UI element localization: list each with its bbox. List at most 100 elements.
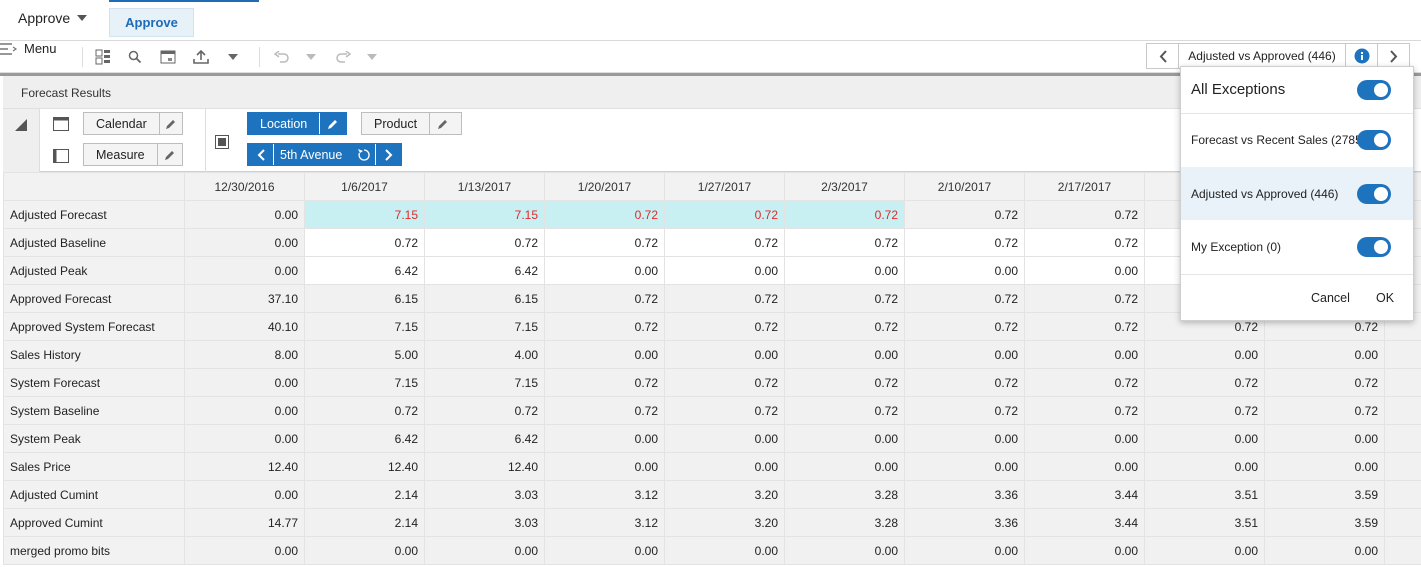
panel-title: Forecast Results [21,86,112,100]
grid-cell: 0.00 [184,368,305,397]
table-row: System Forecast 0.00 7.15 7.15 0.72 0.72 0.72 0… [3,368,1421,397]
grid-cell[interactable]: 0.00 [184,200,305,229]
grid-cell[interactable]: 0.00 [784,256,905,285]
grid-cell[interactable]: 7.15 [304,200,425,229]
search-button[interactable] [128,48,142,66]
exception-row[interactable]: Forecast vs Recent Sales (2785) [1181,114,1413,166]
product-dimension-button[interactable]: Product [361,112,462,135]
column-header[interactable]: 1/13/2017 [424,172,545,201]
layout-icon [95,49,110,65]
collapse-triangle-icon[interactable] [15,119,27,131]
grid-cell: 4.00 [424,340,545,369]
column-header[interactable]: 12/30/2016 [184,172,305,201]
column-header[interactable]: 2/10/2017 [904,172,1025,201]
column-header[interactable]: 1/27/2017 [664,172,785,201]
grid-cell: 0.00 [664,536,785,565]
grid-cell[interactable]: 7.15 [424,200,545,229]
grid-cell: 0.00 [544,424,665,453]
reset-location-icon[interactable] [353,144,375,165]
pencil-icon[interactable] [156,144,182,165]
grid-cell: 0.00 [1264,340,1385,369]
grid-cell[interactable]: 0.72 [904,200,1025,229]
table-row: Sales Price 12.40 12.40 12.40 0.00 0.00 0.00 0.… [3,452,1421,481]
grid-cell[interactable]: 0.00 [1024,256,1145,285]
grid-cell[interactable]: 0.00 [904,256,1025,285]
grid-cell: 0.72 [424,396,545,425]
pencil-icon[interactable] [429,113,456,134]
row-header: System Forecast [3,368,185,397]
column-axis-icon [53,117,69,131]
grid-cell[interactable]: 0.72 [784,200,905,229]
grid-cell: 3.12 [544,480,665,509]
caret-down-icon [306,54,316,60]
grid-cell[interactable]: 0.72 [664,228,785,257]
layout-button[interactable] [95,48,111,66]
menu-label: Menu [24,41,57,56]
app-switcher[interactable]: Approve [18,10,88,26]
tab-approve[interactable]: Approve [109,8,194,37]
upload-icon [193,49,209,64]
column-header[interactable]: 1/6/2017 [304,172,425,201]
exception-row-selected[interactable]: Adjusted vs Approved (446) [1181,167,1413,220]
grid-cell[interactable]: 0.72 [544,228,665,257]
exception-label: My Exception (0) [1191,240,1282,254]
previous-exception-button[interactable] [1146,43,1179,69]
previous-location-button[interactable] [248,144,274,165]
search-icon [128,50,142,64]
filler-cell [1384,452,1421,481]
location-dimension-button[interactable]: Location [247,112,347,135]
grid-cell[interactable]: 0.72 [1024,200,1145,229]
grid-cell[interactable]: 0.72 [664,200,785,229]
table-row: System Baseline 0.00 0.72 0.72 0.72 0.72 0.72 0… [3,396,1421,425]
grid-cell[interactable]: 0.72 [1024,228,1145,257]
grid-cell[interactable]: 0.72 [424,228,545,257]
grid-cell: 0.00 [1144,424,1265,453]
exception-toggle[interactable] [1357,183,1391,204]
column-header[interactable]: 1/20/2017 [544,172,665,201]
export-button[interactable] [192,48,210,66]
pencil-icon[interactable] [158,113,182,134]
grid-cell[interactable]: 0.72 [784,228,905,257]
grid-cell: 0.00 [904,424,1025,453]
pencil-icon[interactable] [319,113,346,134]
toggle-knob [1374,186,1388,201]
calendar-view-button[interactable] [160,48,176,66]
undo-button[interactable] [274,48,290,66]
row-axis-icon [53,149,69,163]
undo-dropdown-button[interactable] [306,48,316,66]
grid-cell[interactable]: 0.72 [544,200,665,229]
grid-cell[interactable]: 6.42 [304,256,425,285]
redo-dropdown-button[interactable] [367,48,377,66]
export-dropdown-button[interactable] [228,48,238,66]
measure-dimension-button[interactable]: Measure [83,143,183,166]
grid-cell[interactable]: 0.00 [184,228,305,257]
all-exceptions-title: All Exceptions [1191,81,1286,98]
grid-cell[interactable]: 6.42 [424,256,545,285]
grid-cell: 8.00 [184,340,305,369]
column-header[interactable]: 2/17/2017 [1024,172,1145,201]
filler-cell [1384,396,1421,425]
redo-button[interactable] [335,48,351,66]
grid-cell[interactable]: 0.00 [184,256,305,285]
grid-cell: 5.00 [304,340,425,369]
grid-cell: 0.72 [1264,368,1385,397]
grid-cell[interactable]: 0.00 [664,256,785,285]
grid-cell: 0.72 [904,284,1025,313]
ok-button[interactable]: OK [1376,291,1394,305]
grid-cell[interactable]: 0.72 [304,228,425,257]
cancel-button[interactable]: Cancel [1311,291,1350,305]
column-header[interactable]: 2/3/2017 [784,172,905,201]
calendar-dimension-button[interactable]: Calendar [83,112,183,135]
grid-cell[interactable]: 0.00 [544,256,665,285]
grid-cell: 0.00 [904,536,1025,565]
row-header: Adjusted Forecast [3,200,185,229]
all-exceptions-toggle[interactable] [1357,79,1391,100]
exception-row[interactable]: My Exception (0) [1181,221,1413,273]
next-location-button[interactable] [375,144,401,165]
grid-cell: 0.72 [1024,368,1145,397]
grid-cell[interactable]: 0.72 [904,228,1025,257]
exception-toggle[interactable] [1357,130,1391,150]
exception-toggle[interactable] [1357,237,1391,257]
corner-cell [3,172,185,201]
toggle-knob [1374,133,1388,147]
